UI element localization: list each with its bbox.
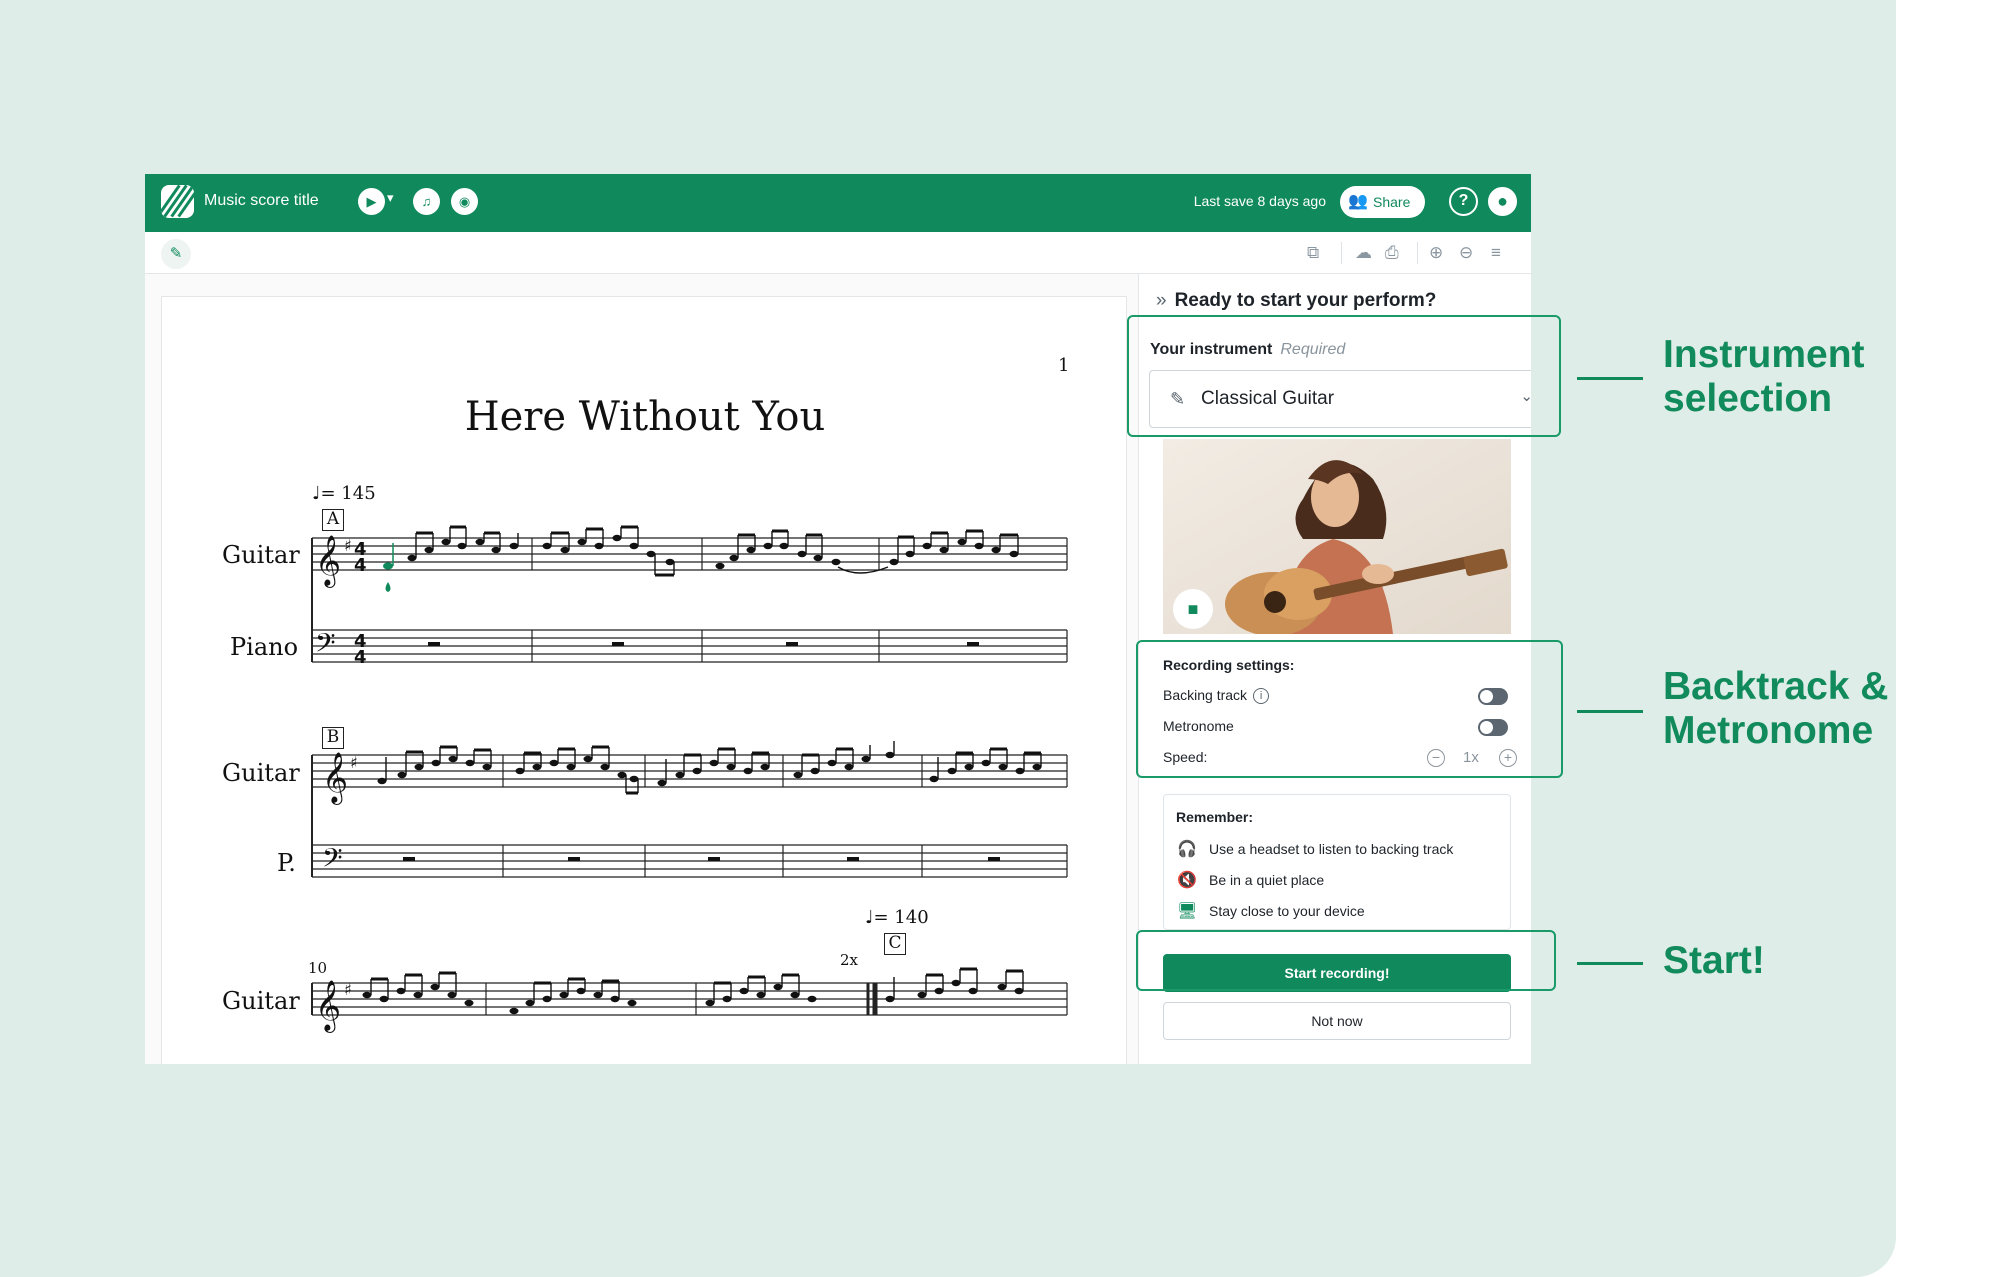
panel-heading-text: Ready to start your perform? [1174,290,1437,311]
device-icon: 🖥 [1177,903,1198,920]
score-title[interactable]: Music score title [204,192,319,210]
remember-item: 🔇 Be in a quiet place [1177,870,1324,890]
remember-item: 🎧 Use a headset to listen to backing trac… [1177,839,1453,859]
score-sheet[interactable]: 𝄞 ♯ 4 4 𝄢 4 4 𝄞 ♯ 𝄢 𝄞 ♯ 1 Here Without Y… [161,296,1127,1064]
tempo-marking: ♩= 145 [312,483,376,504]
help-icon[interactable]: ? [1449,187,1478,216]
print-icon[interactable]: ⎙ [1385,243,1399,263]
rehearsal-mark-c: C [884,933,906,955]
remember-item-text: Stay close to your device [1209,903,1365,919]
volume-icon[interactable]: ◉ [451,188,478,215]
zoom-out-icon[interactable]: ⊖ [1459,243,1473,263]
logo-icon[interactable] [161,185,194,218]
camera-preview: ■ [1163,439,1511,634]
headset-icon: 🎧 [1177,841,1197,858]
tempo-marking: ♩= 140 [865,907,929,928]
remember-box: Remember: 🎧 Use a headset to listen to ba… [1163,794,1511,930]
add-user-icon: 👥 [1348,193,1368,210]
instrument-label-guitar: Guitar [222,759,300,787]
remember-title: Remember: [1176,809,1254,825]
not-now-button[interactable]: Not now [1163,1002,1511,1040]
callout-line-1: Backtrack & [1663,665,1889,708]
share-label: Share [1373,194,1411,210]
instrument-label-piano-short: P. [277,849,296,877]
svg-text:♯: ♯ [350,753,358,772]
svg-text:♯: ♯ [344,980,352,999]
score-area: 𝄞 ♯ 4 4 𝄢 4 4 𝄞 ♯ 𝄢 𝄞 ♯ 1 Here Without Y… [145,274,1139,1064]
svg-text:𝄢: 𝄢 [322,842,343,880]
tempo-value: = 145 [320,483,376,504]
duplicate-icon[interactable]: ⧉ [1307,243,1319,263]
instrument-label-guitar: Guitar [222,987,300,1015]
callout-start: Start! [1663,939,1765,982]
remember-item-text: Be in a quiet place [1209,872,1325,888]
account-icon[interactable]: ● [1488,187,1517,216]
panel-heading: » Ready to start your perform? [1156,290,1436,312]
callout-line-1: Instrument [1663,333,1865,376]
remember-item: 🖥 Stay close to your device [1177,901,1365,921]
svg-text:𝄢: 𝄢 [315,627,336,665]
toolbar-divider [1341,242,1342,264]
play-icon[interactable]: ▶ [358,188,385,215]
zoom-in-icon[interactable]: ⊕ [1429,243,1443,263]
instrument-label-guitar: Guitar [222,541,300,569]
measure-number: 10 [308,959,328,977]
svg-text:4: 4 [354,555,367,576]
instrument-callout-box [1127,315,1561,437]
rehearsal-mark-a: A [322,509,344,531]
song-title[interactable]: Here Without You [162,394,1128,440]
callout-line-2: Metronome [1663,709,1874,752]
svg-text:♯: ♯ [344,536,352,555]
share-button[interactable]: 👥 Share [1340,186,1425,218]
svg-text:4: 4 [354,647,367,668]
toolbar: ✎ ⧉ ☁ ⎙ ⊕ ⊖ ≡ [145,232,1531,274]
top-bar: Music score title ▶ ▾ ♫ ◉ Last save 8 da… [145,174,1531,232]
callout-connector [1577,962,1643,965]
callout-line-2: selection [1663,377,1833,420]
tempo-value: = 140 [873,907,929,928]
rehearsal-mark-b: B [322,727,344,749]
callout-backtrack-metronome: Backtrack & Metronome [1663,665,1888,753]
guitarist-photo [1163,439,1511,634]
settings-callout-box [1136,640,1563,778]
remember-item-text: Use a headset to listen to backing track [1209,841,1454,857]
svg-text:𝄞: 𝄞 [322,752,348,805]
cloud-upload-icon[interactable]: ☁ [1355,243,1372,263]
start-callout-box [1136,930,1556,991]
mute-icon: 🔇 [1177,872,1197,889]
toolbar-divider [1417,242,1418,264]
menu-icon[interactable]: ≡ [1491,243,1501,263]
repeat-count: 2x [840,951,859,969]
callout-connector [1577,710,1643,713]
svg-text:𝄞: 𝄞 [315,980,341,1033]
collapse-panel-icon[interactable]: » [1156,290,1167,311]
callout-connector [1577,377,1643,380]
metronome-icon[interactable]: ♫ [413,188,440,215]
instrument-label-piano: Piano [230,633,299,661]
camera-icon[interactable]: ■ [1173,589,1213,629]
callout-instrument-selection: Instrument selection [1663,333,1865,421]
guitar-tool-icon[interactable]: ✎ [161,239,191,269]
chevron-down-icon[interactable]: ▾ [387,190,394,206]
svg-text:𝄞: 𝄞 [315,535,341,588]
page-number: 1 [1058,355,1070,376]
last-save-status: Last save 8 days ago [1193,193,1326,209]
